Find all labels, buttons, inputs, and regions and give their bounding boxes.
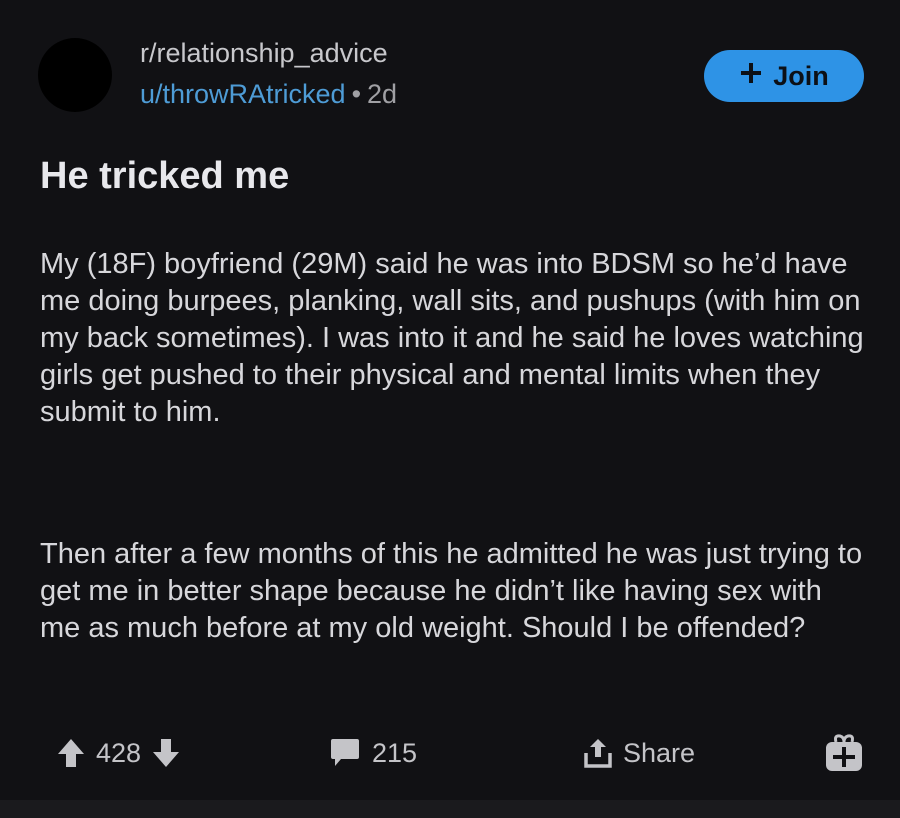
- upvote-icon[interactable]: [56, 737, 86, 769]
- comment-count: 215: [372, 737, 418, 768]
- post-actions-bar: 428 215 Share: [0, 728, 900, 778]
- share-button[interactable]: Share: [583, 728, 695, 778]
- upvote-count: 428: [96, 737, 142, 768]
- share-icon: [583, 737, 613, 769]
- post-meta: u/throwRAtricked • 2d: [140, 79, 397, 110]
- award-button[interactable]: [824, 728, 864, 778]
- post-title[interactable]: He tricked me: [40, 155, 289, 198]
- comment-icon: [328, 737, 362, 769]
- post-card: r/relationship_advice u/throwRAtricked • 2…: [0, 0, 900, 800]
- downvote-icon[interactable]: [151, 737, 181, 769]
- share-label: Share: [623, 737, 696, 768]
- author-link[interactable]: u/throwRAtricked: [140, 79, 346, 109]
- post-age: 2d: [367, 79, 398, 109]
- comments-button[interactable]: 215: [328, 728, 417, 778]
- award-icon: [824, 733, 864, 773]
- vote-group: 428: [56, 728, 181, 778]
- bottom-divider: [0, 800, 900, 818]
- join-label: Join: [773, 60, 829, 91]
- plus-icon: [739, 61, 763, 91]
- post-body-paragraph: My (18F) boyfriend (29M) said he was int…: [40, 248, 864, 428]
- subreddit-avatar[interactable]: [38, 38, 112, 112]
- post-body-paragraph: Then after a few months of this he admit…: [40, 538, 863, 644]
- join-button[interactable]: Join: [704, 50, 864, 102]
- subreddit-name[interactable]: r/relationship_advice: [140, 38, 388, 69]
- meta-separator: •: [351, 79, 362, 109]
